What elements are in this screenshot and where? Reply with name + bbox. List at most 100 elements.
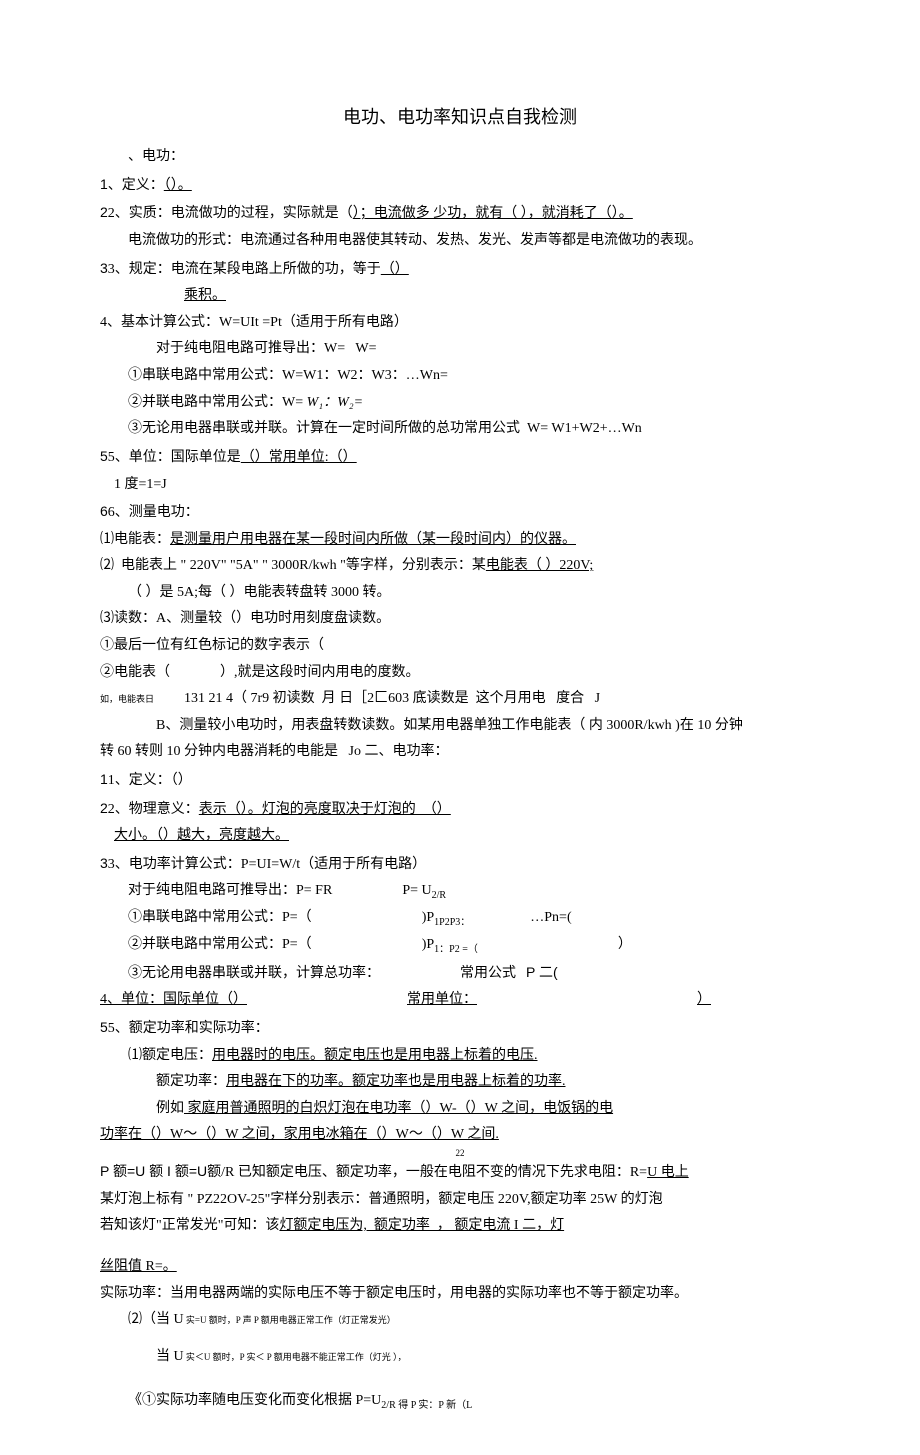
p-derive-row: 对于纯电阻电路可推导出：P= FR P= U2/R <box>100 878 820 905</box>
p-derive-a: 对于纯电阻电路可推导出：P= FR <box>100 878 332 905</box>
txt: 3、电功率计算公式：P=UI=W/t（适用于所有电路） <box>108 857 426 872</box>
txt: 1+W2+…Wn <box>565 421 642 436</box>
blank: （）常用单位:（） <box>241 450 357 465</box>
num-3b: 3 <box>100 855 108 871</box>
p-parallel: ②并联电路中常用公式：P=（)P1：P2 =（） <box>100 932 820 959</box>
txt-sans: P 二( <box>526 964 558 980</box>
txt: ①串联电路中常用公式：P=（ <box>128 910 312 925</box>
txt: 5、额定功率和实际功率： <box>108 1021 269 1036</box>
txt: P= U <box>402 883 431 898</box>
txt: ⑴电能表： <box>100 532 170 547</box>
p-formula: 33、电功率计算公式：P=UI=W/t（适用于所有电路） <box>100 850 820 879</box>
txt: ③无论用电器串联或并联。计算在一定时间所做的总功常用公式 W= W <box>128 421 565 436</box>
p-r-formula: P 额=U 额 I 额=U额/R 已知额定电压、额定功率，一般在电阻不变的情况下… <box>100 1158 820 1187</box>
rated-header: 55、额定功率和实际功率： <box>100 1014 820 1043</box>
pure-res-line: 对于纯电阻电路可推导出：W= W= <box>100 336 820 363</box>
txt: ③无论用电器串联或并联，计算总功率： <box>128 966 380 981</box>
unit-line: 55、单位：国际单位是（）常用单位:（） <box>100 443 820 472</box>
vary-line: 《①实际功率随电压变化而变化根据 P=U2/R 得 P 实：P 新（L <box>100 1388 820 1415</box>
blank: ）；电流做多 少功，就有（ ），就消耗了（）。 <box>353 206 633 221</box>
txt: 1、定义：（） <box>108 773 192 788</box>
filament-r: 丝阻值 R=。 <box>100 1254 820 1281</box>
num-2b: 2 <box>100 800 108 816</box>
txt: ⑵ 电能表上 " 220V" "5A" " 3000R/kwh "等字样，分别表… <box>100 558 486 573</box>
txt: )P <box>422 910 434 925</box>
txt: 4、基本计算公式：W=UIt =Pt（适用于所有电路） <box>100 315 408 330</box>
txt: ）,就是这段时间内用电的度数。 <box>220 665 420 680</box>
rated-p: 额定功率：用电器在下的功率。额定功率也是用电器上标着的功率. <box>100 1069 820 1096</box>
case-less: 当 U 实＜U 额时，P 实＜ P 额用电器不能正常工作（灯光 ）， <box>100 1344 820 1371</box>
txt-u: 用电器时的电压。额定电压也是用电器上标着的电压. <box>212 1048 538 1063</box>
num-5b: 5 <box>100 1019 108 1035</box>
tiny-txt: 如，电能表日 <box>100 694 154 704</box>
meter-spec-2: （ ）是 5A;每（ ）电能表转盘转 3000 转。 <box>100 580 820 607</box>
txt: ） <box>697 992 711 1007</box>
txt: 2、物理意义： <box>108 802 199 817</box>
eg-range: 功率在（）W〜（）W 之间，家用电冰箱在（）W〜（）W 之间. <box>100 1122 820 1149</box>
txt-sans: P 额=U 额 I 额=U <box>100 1163 207 1179</box>
txt-u: U 电上 <box>647 1165 689 1180</box>
reading-a: ⑶读数：A、测量较（）电功时用刻度盘读数。 <box>100 606 820 633</box>
txt-u: 家庭用普通照明的白炽灯泡在电功率（）W-（）W 之间，电饭锅的电 <box>184 1101 613 1116</box>
txt: ②电能表（ <box>100 665 170 680</box>
txt: ⑴额定电压： <box>128 1048 212 1063</box>
phys-meaning: 22、物理意义：表示（）。灯泡的亮度取决于灯泡的 （） <box>100 795 820 824</box>
txt: ②并联电路中常用公式：W= <box>128 395 307 410</box>
txt: ②并联电路中常用公式：P=（ <box>128 937 312 952</box>
txt-u: 表示（）。灯泡的亮度取决于灯泡的 （） <box>199 802 451 817</box>
txt: 额时，P 声 P 额用电器正常工作（灯正常发光） <box>206 1315 395 1325</box>
txt: 例如 <box>156 1101 184 1116</box>
txt: 2、实质：电流做功的过程，实际就是（ <box>108 206 353 221</box>
blank: （）。 <box>164 178 192 193</box>
txt: …Pn=( <box>530 910 571 925</box>
txt: 6、测量电功： <box>108 505 199 520</box>
txt-u: 电能表（ ）220V; <box>486 558 593 573</box>
case-equal: ⑵（当 U 实=U 额时，P 声 P 额用电器正常工作（灯正常发光） <box>100 1307 820 1334</box>
forms-line: 电流做功的形式：电流通过各种用电器使其转动、发热、发光、发声等都是电流做功的表现… <box>100 228 820 255</box>
document-page: 电功、电功率知识点自我检测 、电功： 1、定义：（）。 22、实质：电流做功的过… <box>0 0 920 1455</box>
sub: 2/R <box>432 890 446 901</box>
page-title: 电功、电功率知识点自我检测 <box>100 100 820 134</box>
actual-p: 实际功率：当用电器两端的实际电压不等于额定电压时，用电器的实际功率也不等于额定功… <box>100 1281 820 1308</box>
sub: 实=U <box>184 1315 207 1325</box>
txt-u: 灯额定电压为, 额定功率 ， 额定电流 I 二，灯 <box>279 1218 564 1233</box>
p-derive-b: P= U2/R <box>332 878 446 905</box>
txt: 3、规定：电流在某段电路上所做的功，等于 <box>108 262 381 277</box>
sub: 2/R 得 P 实：P 新（L <box>381 1400 472 1411</box>
series-line: ①串联电路中常用公式：W=W1：W2：W3：…Wn= <box>100 363 820 390</box>
txt: 若知该灯"正常发光"可知：该 <box>100 1218 279 1233</box>
section-1-header: 、电功： <box>100 144 820 171</box>
txt: 4、单位：国际单位（） <box>100 992 247 1007</box>
p-total: ③无论用电器串联或并联，计算总功率： 常用公式 P 二( <box>100 959 820 988</box>
txt: 5、单位：国际单位是 <box>108 450 241 465</box>
reading-b: B、测量较小电功时，用表盘转数读数。如某用电器单独工作电能表（ 内 3000R/… <box>100 713 820 740</box>
pz-label: 某灯泡上标有 " PZ22OV-25"字样分别表示：普通照明，额定电压 220V… <box>100 1187 820 1214</box>
eg-bulb: 例如 家庭用普通照明的白炽灯泡在电功率（）W-（）W 之间，电饭锅的电 <box>100 1096 820 1123</box>
meter-spec-line: ⑵ 电能表上 " 220V" "5A" " 3000R/kwh "等字样，分别表… <box>100 553 820 580</box>
red-digit: ①最后一位有红色标记的数字表示（ <box>100 633 820 660</box>
sub: 1P2P3： <box>434 917 470 928</box>
sub: 实＜ P <box>244 1352 271 1362</box>
meter-diff: ②电能表（ ）,就是这段时间内用电的度数。 <box>100 660 820 687</box>
num-3: 3 <box>100 260 108 276</box>
blank: （） <box>381 262 409 277</box>
txt: )P <box>422 937 434 952</box>
txt-u: 用电器在下的功率。额定功率也是用电器上标着的功率. <box>226 1074 566 1089</box>
essence-line: 22、实质：电流做功的过程，实际就是（）；电流做多 少功，就有（ ），就消耗了（… <box>100 199 820 228</box>
turns-line: 转 60 转则 10 分钟内电器消耗的电能是 Jo 二、电功率： <box>100 739 820 766</box>
meter-line: ⑴电能表：是测量用户用电器在某一段时间内所做（某一段时间内）的仪器。 <box>100 527 820 554</box>
txt-italic: W₁：W₂= <box>307 395 364 410</box>
num-1b: 1 <box>100 771 108 787</box>
txt: 131 21 4（ 7r9 初读数 月 日［2匚603 底读数是 这个月用电 度… <box>184 691 600 706</box>
sub: 额时，P <box>210 1352 244 1362</box>
txt: 常用公式 <box>460 966 516 981</box>
num-5: 5 <box>100 448 108 464</box>
txt: 当 U <box>156 1349 184 1364</box>
txt: 额用电器不能正常工作（灯光 ）， <box>271 1352 406 1362</box>
p-unit: 4、单位：国际单位（）常用单位：） <box>100 987 820 1014</box>
txt: 额定功率： <box>156 1074 226 1089</box>
degree-line: 1 度=1=J <box>100 472 820 499</box>
txt: 1：W2：W3：…Wn= <box>316 368 448 383</box>
txt-u: 是测量用户用电器在某一段时间内所做（某一段时间内）的仪器。 <box>170 532 576 547</box>
normal-glow: 若知该灯"正常发光"可知：该灯额定电压为, 额定功率 ， 额定电流 I 二，灯 <box>100 1213 820 1240</box>
